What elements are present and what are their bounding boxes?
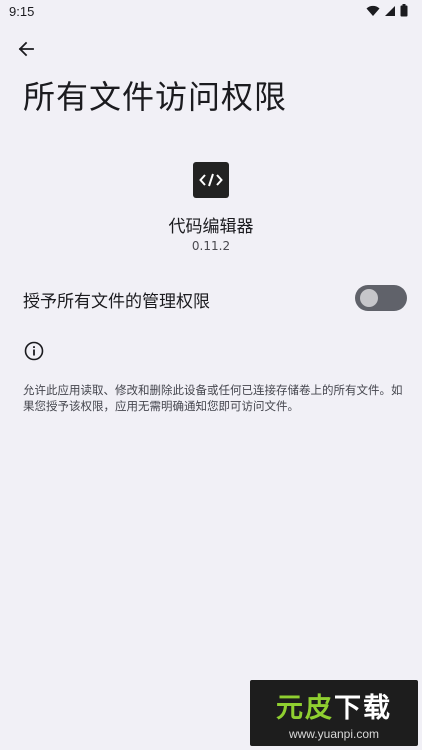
status-time: 9:15 bbox=[9, 4, 35, 19]
signal-icon bbox=[385, 5, 395, 16]
code-icon bbox=[199, 173, 223, 187]
toggle-knob bbox=[360, 289, 378, 307]
permission-toggle[interactable] bbox=[355, 285, 407, 311]
page-title: 所有文件访问权限 bbox=[23, 78, 288, 116]
battery-icon bbox=[400, 4, 408, 17]
app-version: 0.11.2 bbox=[191, 239, 231, 253]
app-icon bbox=[193, 162, 229, 198]
permission-description: 允许此应用读取、修改和删除此设备或任何已连接存储卷上的所有文件。如果您授予该权限… bbox=[23, 383, 403, 413]
app-name: 代码编辑器 bbox=[168, 217, 254, 237]
watermark-url: www.yuanpi.com bbox=[288, 727, 380, 741]
back-button[interactable] bbox=[14, 37, 38, 61]
info-icon bbox=[24, 341, 44, 361]
watermark-logo: 元皮下载 www.yuanpi.com bbox=[250, 680, 418, 746]
permission-label: 授予所有文件的管理权限 bbox=[23, 292, 210, 312]
watermark-title: 元皮下载 bbox=[276, 693, 392, 724]
status-icons bbox=[366, 4, 408, 17]
status-bar: 9:15 bbox=[0, 0, 422, 24]
wifi-icon bbox=[366, 5, 380, 16]
arrow-back-icon bbox=[18, 41, 34, 57]
